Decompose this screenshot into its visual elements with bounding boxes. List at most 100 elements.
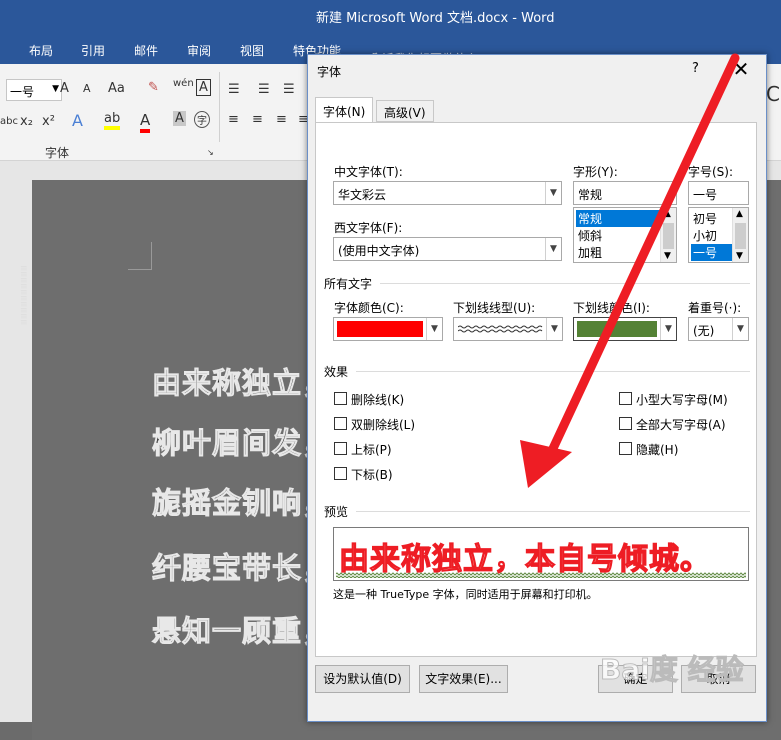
tab-layout[interactable]: 布局 xyxy=(29,42,53,59)
text-effects-button[interactable]: 文字效果(E)... xyxy=(419,665,508,693)
font-size-value: 一号 xyxy=(10,85,35,99)
checkbox-label: 下标(B) xyxy=(351,468,393,482)
underline-style-label: 下划线线型(U): xyxy=(453,301,536,315)
checkbox-label: 隐藏(H) xyxy=(636,443,679,457)
chinese-font-label: 中文字体(T): xyxy=(334,165,403,179)
font-tab-panel: 中文字体(T): 华文彩云 ▼ 西文字体(F): (使用中文字体) ▼ 字形(Y… xyxy=(315,122,757,657)
checkbox-label: 双删除线(L) xyxy=(351,418,416,432)
checkbox-label: 全部大写字母(A) xyxy=(636,418,726,432)
underline-color-swatch xyxy=(577,321,657,337)
checkbox-box[interactable] xyxy=(619,442,632,455)
scroll-down-icon[interactable]: ▼ xyxy=(664,251,671,261)
divider xyxy=(356,511,750,512)
font-style-value: 常规 xyxy=(578,188,603,202)
font-color-swatch xyxy=(337,321,423,337)
font-color-icon[interactable]: A xyxy=(140,111,151,133)
chevron-down-icon: ▼ xyxy=(426,318,442,340)
preview-box: 由来称独立，本自号倾城。 xyxy=(333,527,749,581)
tab-font-label: 字体(N) xyxy=(323,105,366,119)
subscript-button[interactable]: x₂ xyxy=(20,114,33,129)
tab-review[interactable]: 审阅 xyxy=(187,42,211,59)
word-title-bar: 新建 Microsoft Word 文档.docx - Word xyxy=(0,0,781,34)
scroll-up-icon[interactable]: ▲ xyxy=(736,209,743,219)
font-style-list[interactable]: 常规 倾斜 加粗 ▲ ▼ xyxy=(573,207,677,263)
align-left-icon[interactable]: ≡ xyxy=(228,112,239,127)
emphasis-mark-combo[interactable]: (无) ▼ xyxy=(688,317,749,341)
align-center-icon[interactable]: ≡ xyxy=(252,112,263,127)
font-size-input[interactable]: 一号 xyxy=(688,181,749,205)
superscript-button[interactable]: x² xyxy=(42,114,55,129)
checkbox-box[interactable] xyxy=(334,467,347,480)
tab-view[interactable]: 视图 xyxy=(240,42,264,59)
bullets-icon[interactable]: ☰ xyxy=(228,82,240,97)
preview-group-label: 预览 xyxy=(324,505,349,519)
tab-references[interactable]: 引用 xyxy=(81,42,105,59)
group-separator xyxy=(219,72,220,142)
font-size-combo[interactable]: 一号 ▼ xyxy=(6,79,62,101)
close-icon[interactable]: ✕ xyxy=(726,56,756,82)
scroll-thumb[interactable] xyxy=(663,223,674,249)
align-right-icon[interactable]: ≡ xyxy=(276,112,287,127)
list-item[interactable]: 常规 xyxy=(576,210,660,227)
font-color-picker[interactable]: ▼ xyxy=(333,317,443,341)
divider xyxy=(380,283,750,284)
tab-advanced[interactable]: 高级(V) xyxy=(376,100,434,122)
enclose-char-button[interactable]: 字 xyxy=(194,111,210,128)
tab-mailings[interactable]: 邮件 xyxy=(134,42,158,59)
scroll-thumb[interactable] xyxy=(735,223,746,249)
highlight-icon[interactable]: ab xyxy=(104,111,121,130)
scrollbar[interactable]: ▲ ▼ xyxy=(660,208,676,262)
doc-line-5: 悬知一顾重， xyxy=(151,614,333,649)
shrink-font-button[interactable]: A xyxy=(83,82,91,95)
list-item[interactable]: 小初 xyxy=(691,227,717,244)
font-size-list[interactable]: 初号 小初 一号 ▲ ▼ xyxy=(688,207,749,263)
margin-corner-mark xyxy=(128,242,152,270)
help-button[interactable]: ? xyxy=(692,61,699,76)
underline-color-picker[interactable]: ▼ xyxy=(573,317,677,341)
emphasis-mark-value: (无) xyxy=(693,324,715,338)
numbering-icon[interactable]: ☰ xyxy=(258,82,270,97)
grow-font-button[interactable]: A xyxy=(60,81,69,96)
chevron-down-icon: ▼ xyxy=(545,238,561,260)
scroll-down-icon[interactable]: ▼ xyxy=(736,251,743,261)
dialog-title: 字体 xyxy=(317,65,342,79)
doc-line-3: 旎摇金钏响， xyxy=(151,486,333,521)
checkbox-label: 小型大写字母(M) xyxy=(636,393,728,407)
list-item[interactable]: 倾斜 xyxy=(576,227,602,244)
checkbox-box[interactable] xyxy=(334,392,347,405)
checkbox-label: 上标(P) xyxy=(351,443,392,457)
multilevel-list-icon[interactable]: ☰ xyxy=(283,82,295,97)
char-shading-button[interactable]: A xyxy=(173,111,186,126)
western-font-value: (使用中文字体) xyxy=(338,244,420,258)
font-group-label: 字体 xyxy=(45,146,70,160)
checkbox-box[interactable] xyxy=(334,417,347,430)
underline-style-combo[interactable]: ▼ xyxy=(453,317,563,341)
list-item[interactable]: 初号 xyxy=(691,210,717,227)
dialog-launcher-icon[interactable]: ↘ xyxy=(207,148,214,157)
phonetic-guide-button[interactable]: wén xyxy=(173,78,194,89)
checkbox-box[interactable] xyxy=(619,392,632,405)
scroll-up-icon[interactable]: ▲ xyxy=(664,209,671,219)
set-default-button[interactable]: 设为默认值(D) xyxy=(315,665,410,693)
preview-underline xyxy=(336,572,746,578)
font-style-input[interactable]: 常规 xyxy=(573,181,677,205)
char-border-button[interactable]: A xyxy=(196,79,211,96)
nav-marks: ≡ ≡ ≡ ≡ ≡ ≡ ≡ ≡ ≡ ≡ xyxy=(20,264,28,328)
change-case-button[interactable]: Aa xyxy=(108,81,125,96)
preview-note: 这是一种 TrueType 字体，同时适用于屏幕和打印机。 xyxy=(333,588,598,601)
scrollbar[interactable]: ▲ ▼ xyxy=(732,208,748,262)
eraser-icon[interactable]: ✎ xyxy=(148,80,159,95)
tab-font[interactable]: 字体(N) xyxy=(315,97,374,123)
list-item[interactable]: 加粗 xyxy=(576,244,602,261)
chevron-down-icon: ▼ xyxy=(546,318,562,340)
checkbox-box[interactable] xyxy=(619,417,632,430)
chinese-font-combo[interactable]: 华文彩云 ▼ xyxy=(333,181,562,205)
styles-partial-icon[interactable]: C xyxy=(766,82,780,106)
western-font-combo[interactable]: (使用中文字体) ▼ xyxy=(333,237,562,261)
list-item[interactable]: 一号 xyxy=(691,244,732,261)
text-effects-icon[interactable]: A xyxy=(72,111,83,130)
strikethrough-icon[interactable]: abc xyxy=(0,116,18,127)
checkbox-box[interactable] xyxy=(334,442,347,455)
divider xyxy=(356,371,750,372)
font-style-label: 字形(Y): xyxy=(573,165,618,179)
